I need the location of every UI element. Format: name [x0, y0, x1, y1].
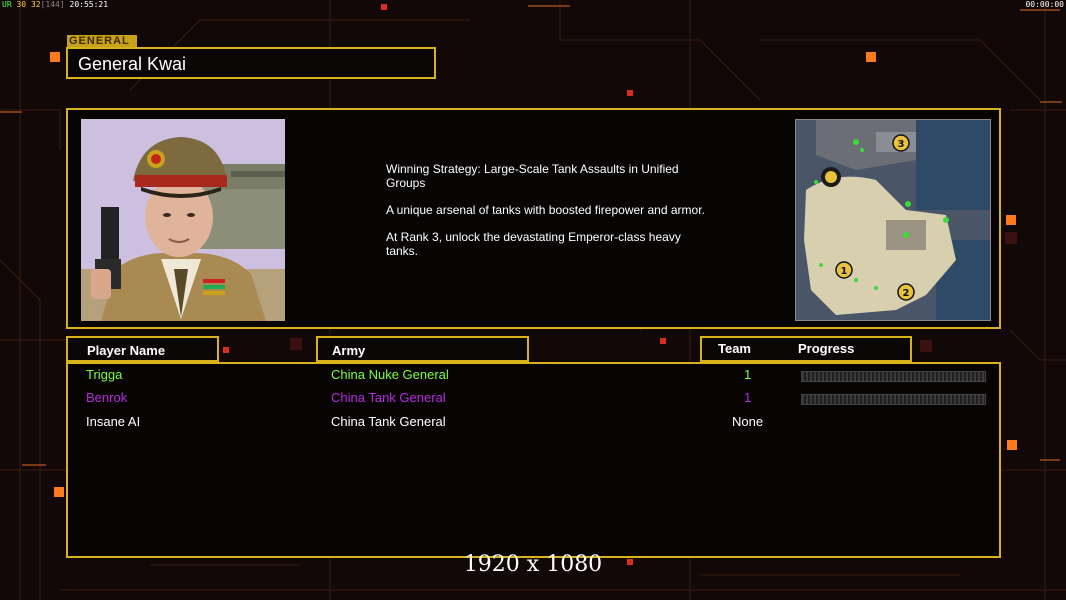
perf-value-c: [144] [40, 0, 65, 9]
general-portrait [81, 119, 285, 321]
table-row: Benrok China Tank General 1 [68, 390, 999, 412]
start-position-1: 1 [841, 266, 848, 277]
team-header-label: Team [718, 341, 751, 356]
progress-bar [801, 394, 986, 405]
player-team: 1 [744, 390, 752, 405]
general-info-panel: Winning Strategy: Large-Scale Tank Assau… [66, 108, 1001, 329]
army-header-label: Army [332, 343, 366, 358]
progress-bar [801, 371, 986, 382]
player-army: China Tank General [331, 390, 446, 405]
player-army: China Nuke General [331, 367, 449, 382]
perf-value-b: 32 [30, 0, 41, 9]
general-name: General Kwai [78, 54, 187, 74]
general-title-box: General Kwai [66, 47, 436, 79]
general-description: Winning Strategy: Large-Scale Tank Assau… [386, 162, 716, 271]
player-name: Insane AI [86, 414, 141, 429]
description-arsenal: A unique arsenal of tanks with boosted f… [386, 203, 705, 217]
resolution-label: 1920 x 1080 [463, 552, 603, 577]
description-rank: At Rank 3, unlock the devastating Empero… [386, 230, 681, 258]
start-position-3: 3 [898, 139, 905, 150]
game-timer: 00:00:00 [1025, 0, 1064, 9]
clock-time: 20:55:21 [69, 0, 109, 9]
general-tag: GENERAL [67, 35, 137, 47]
player-name-header: Player Name [66, 336, 219, 362]
army-header: Army [316, 336, 529, 362]
perf-readout: UR 30 32[144] 20:55:21 [2, 0, 108, 9]
player-name: Benrok [86, 390, 128, 405]
player-army: China Tank General [331, 414, 446, 429]
team-progress-header: Team Progress [700, 336, 912, 362]
table-row: Insane AI China Tank General None [68, 414, 999, 436]
progress-header-label: Progress [798, 341, 855, 356]
player-list: Trigga China Nuke General 1 Benrok China… [66, 362, 1001, 558]
player-name-header-label: Player Name [87, 343, 166, 358]
start-position-2: 2 [903, 288, 910, 299]
perf-prefix: UR [2, 0, 12, 9]
description-strategy: Winning Strategy: Large-Scale Tank Assau… [386, 162, 679, 190]
player-team: 1 [744, 367, 752, 382]
perf-value-a: 30 [16, 0, 27, 9]
table-row: Trigga China Nuke General 1 [68, 367, 999, 389]
player-team: None [732, 414, 764, 429]
player-name: Trigga [86, 367, 123, 382]
map-preview: 1 2 3 [795, 119, 991, 321]
